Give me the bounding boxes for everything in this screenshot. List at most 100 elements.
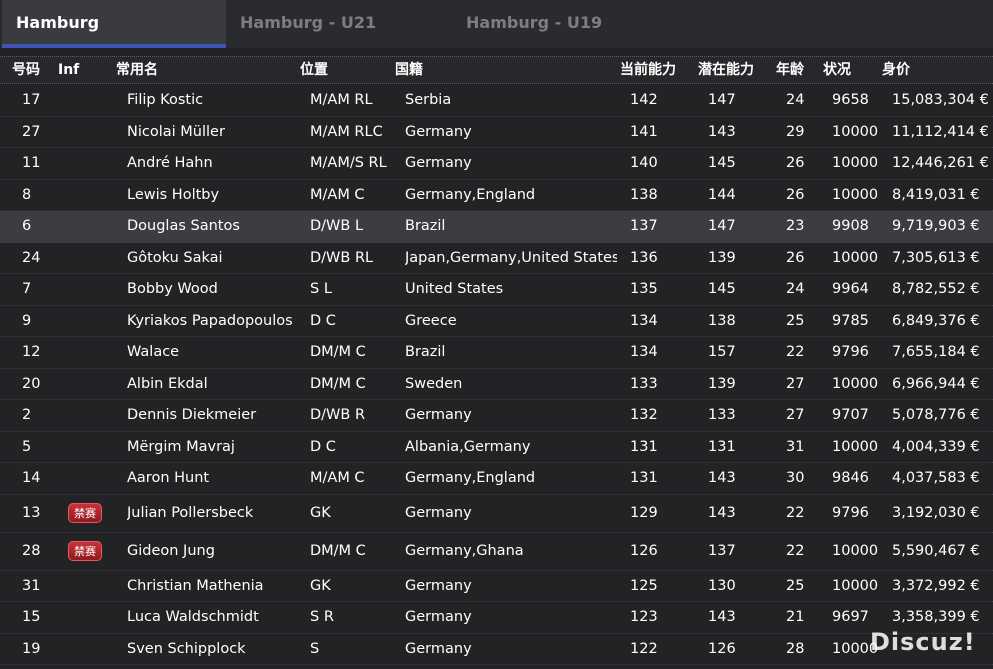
suspended-badge[interactable]: 禁赛 [68,503,102,523]
table-row[interactable]: 2 Dennis Diekmeier D/WB R Germany 132 133 27 97… [0,400,993,432]
player-inf [68,274,106,305]
table-row[interactable]: 24 Gôtoku Sakai D/WB RL Japan,Germany,Unite… [0,243,993,274]
tab-hamburg-u19[interactable]: Hamburg - U19 [466,0,602,48]
table-row[interactable]: 28 禁赛 Gideon Jung DM/M C Germany,Ghana 126 137… [0,533,993,571]
table-row[interactable]: 9 Kyriakos Papadopoulos D C Greece 134 138 25 9… [0,306,993,337]
player-age: 22 [786,344,805,361]
player-current-ability: 132 [630,407,658,424]
header-name[interactable]: 常用名 [116,57,158,83]
player-value: 15,083,304 € [892,92,989,109]
player-age: 26 [786,249,805,266]
table-row[interactable]: 19 Sven Schipplock S Germany 122 126 28 10000 [0,634,993,665]
table-row[interactable]: 12 Walace DM/M C Brazil 134 157 22 9796 7,655,18… [0,337,993,369]
player-inf [68,243,106,274]
player-nationality: Serbia [405,92,452,109]
header-value[interactable]: 身价 [882,57,910,83]
player-age: 22 [786,505,805,521]
player-potential-ability: 143 [708,470,736,487]
player-value: 11,112,414 € [892,123,989,140]
player-inf [68,85,106,116]
player-current-ability: 138 [630,186,658,203]
player-age: 24 [786,92,805,109]
player-position: M/AM C [310,470,365,487]
player-name: Lewis Holtby [127,186,220,203]
player-current-ability: 125 [630,577,658,594]
player-number: 9 [22,312,32,329]
player-position: D C [310,438,336,455]
player-age: 22 [786,543,805,559]
table-row[interactable]: 20 Albin Ekdal DM/M C Sweden 133 139 27 10000 6,… [0,369,993,400]
player-position: M/AM RLC [310,123,383,140]
table-row[interactable]: 6 Douglas Santos D/WB L Brazil 137 147 23 9908 9… [0,211,993,243]
player-name: Mërgim Mavraj [127,438,235,455]
tab-hamburg-u21[interactable]: Hamburg - U21 [240,0,376,48]
player-condition: 9796 [832,505,869,521]
player-value: 5,590,467 € [892,543,980,559]
header-age[interactable]: 年龄 [776,57,804,83]
header-nationality[interactable]: 国籍 [395,57,423,83]
player-age: 24 [786,281,805,298]
header-current-ability[interactable]: 当前能力 [620,57,676,83]
player-number: 2 [22,407,32,424]
player-potential-ability: 139 [708,249,736,266]
table-row[interactable]: 27 Nicolai Müller M/AM RLC Germany 141 143 29 1… [0,117,993,148]
player-number: 27 [22,123,41,140]
player-name: Bobby Wood [127,281,218,298]
player-position: DM/M C [310,543,366,559]
header-position[interactable]: 位置 [300,57,328,83]
table-row[interactable]: 7 Bobby Wood S L United States 135 145 24 9964 8… [0,274,993,306]
player-condition: 10000 [832,155,879,172]
table-row[interactable]: 5 Mërgim Mavraj D C Albania,Germany 131 131 31… [0,432,993,463]
player-position: GK [310,505,331,521]
player-inf [68,571,106,602]
player-number: 5 [22,438,32,455]
player-name: Dennis Diekmeier [127,407,257,424]
player-position: M/AM C [310,186,365,203]
player-current-ability: 129 [630,505,658,521]
player-potential-ability: 147 [708,218,736,235]
player-value: 9,719,903 € [892,218,980,235]
player-value: 8,782,552 € [892,281,980,298]
table-row[interactable]: 17 Filip Kostic M/AM RL Serbia 142 147 24 9658 1… [0,85,993,117]
player-condition: 9796 [832,344,869,361]
suspended-badge[interactable]: 禁赛 [68,541,102,561]
header-inf[interactable]: Inf [58,57,79,83]
player-position: M/AM/S RL [310,155,387,172]
player-inf [68,211,106,242]
player-current-ability: 140 [630,155,658,172]
player-inf: 禁赛 [68,533,106,570]
player-nationality: Germany [405,640,472,657]
player-name: André Hahn [127,155,213,172]
player-list: 17 Filip Kostic M/AM RL Serbia 142 147 24 9658 1… [0,85,993,665]
header-potential-ability[interactable]: 潜在能力 [698,57,754,83]
player-number: 28 [22,543,41,559]
player-nationality: Germany [405,609,472,626]
table-row[interactable]: 31 Christian Mathenia GK Germany 125 130 25 100… [0,571,993,602]
player-nationality: Germany,Ghana [405,543,524,559]
player-condition: 10000 [832,375,879,392]
header-number[interactable]: 号码 [12,57,40,83]
player-position: D/WB R [310,407,366,424]
table-row[interactable]: 14 Aaron Hunt M/AM C Germany,England 131 143 3… [0,463,993,495]
player-age: 27 [786,375,805,392]
header-condition[interactable]: 状况 [823,57,851,83]
player-nationality: Japan,Germany,United States [405,249,617,266]
table-row[interactable]: 11 André Hahn M/AM/S RL Germany 140 145 26 1000… [0,148,993,180]
player-age: 27 [786,407,805,424]
player-value: 8,419,031 € [892,186,980,203]
player-value: 6,966,944 € [892,375,980,392]
player-number: 31 [22,577,41,594]
player-age: 25 [786,312,805,329]
player-age: 30 [786,470,805,487]
player-condition: 10000 [832,577,879,594]
player-nationality: Germany [405,505,472,521]
player-position: S R [310,609,334,626]
table-row[interactable]: 8 Lewis Holtby M/AM C Germany,England 138 144… [0,180,993,211]
player-inf [68,306,106,337]
tab-hamburg[interactable]: Hamburg [2,0,226,48]
player-inf [68,180,106,211]
table-row[interactable]: 13 禁赛 Julian Pollersbeck GK Germany 129 143 22 9… [0,495,993,533]
table-row[interactable]: 15 Luca Waldschmidt S R Germany 123 143 21 9697… [0,602,993,634]
player-potential-ability: 143 [708,505,736,521]
player-current-ability: 136 [630,249,658,266]
